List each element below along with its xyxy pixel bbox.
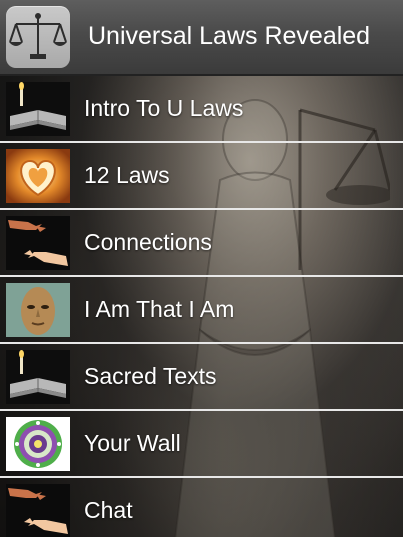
menu-item-12-laws[interactable]: 12 Laws: [0, 143, 403, 210]
menu-item-label: Chat: [84, 497, 133, 523]
app-header: Universal Laws Revealed: [0, 0, 403, 76]
menu-item-sacred-texts[interactable]: Sacred Texts: [0, 344, 403, 411]
app-screen: Universal Laws Revealed Intro To U Laws: [0, 0, 403, 537]
menu-item-your-wall[interactable]: Your Wall: [0, 411, 403, 478]
menu-item-label: 12 Laws: [84, 162, 170, 188]
heart-mandala-icon: [6, 149, 70, 203]
menu-item-label: Intro To U Laws: [84, 95, 244, 121]
main-menu: Intro To U Laws 12 Laws Connections I Am…: [0, 76, 403, 537]
mandala-icon: [6, 417, 70, 471]
menu-item-label: I Am That I Am: [84, 296, 235, 322]
menu-item-label: Your Wall: [84, 430, 181, 456]
menu-item-connections[interactable]: Connections: [0, 210, 403, 277]
book-candle-icon: [6, 82, 70, 136]
app-title: Universal Laws Revealed: [88, 22, 371, 50]
menu-item-chat[interactable]: Chat: [0, 478, 403, 537]
menu-item-intro[interactable]: Intro To U Laws: [0, 76, 403, 143]
menu-item-label: Sacred Texts: [84, 363, 217, 389]
menu-item-label: Connections: [84, 229, 212, 255]
menu-item-i-am-that-i-am[interactable]: I Am That I Am: [0, 277, 403, 344]
scales-of-justice-icon[interactable]: [6, 6, 70, 68]
book-candle-icon: [6, 350, 70, 404]
reaching-hands-icon: [6, 484, 70, 537]
face-mask-icon: [6, 283, 70, 337]
reaching-hands-icon: [6, 216, 70, 270]
